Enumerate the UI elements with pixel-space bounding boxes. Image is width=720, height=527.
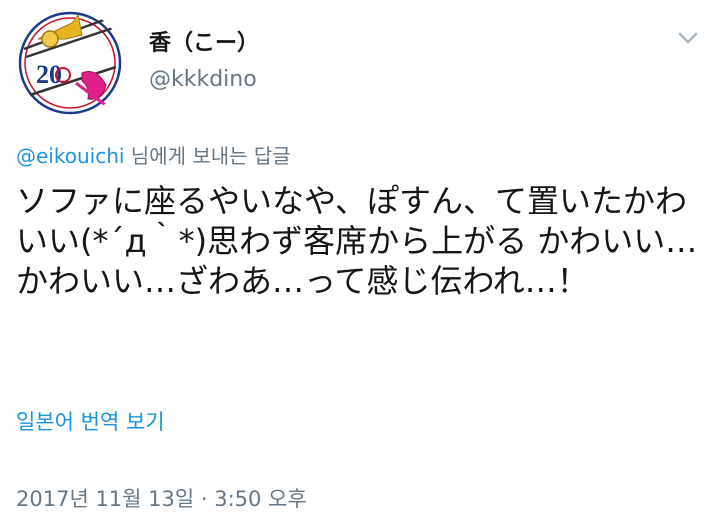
user-handle[interactable]: @kkkdino bbox=[149, 66, 257, 94]
tweet-timestamp: 2017년 11월 13일 · 3:50 오후 bbox=[16, 487, 307, 511]
reply-context: @eikouichi 님에게 보내는 답글 bbox=[16, 143, 291, 169]
display-name[interactable]: 香（こー） bbox=[149, 30, 259, 58]
user-avatar[interactable]: 20 bbox=[16, 9, 124, 117]
tweet-card: 20 香（こー） @kkkdino @eikouichi 님에게 보내는 답글 … bbox=[0, 0, 720, 527]
tweet-text: ソファに座るやいなや、ぽすん、て置いたかわいい(*´д｀*)思わず客席から上がる… bbox=[16, 182, 698, 300]
reply-context-suffix: 님에게 보내는 답글 bbox=[124, 144, 291, 168]
trombone-avatar-icon: 20 bbox=[17, 10, 123, 116]
chevron-down-icon bbox=[678, 32, 698, 44]
reply-mention-link[interactable]: @eikouichi bbox=[16, 144, 124, 168]
translate-tweet-link[interactable]: 일본어 번역 보기 bbox=[16, 408, 165, 436]
tweet-menu-button[interactable] bbox=[676, 26, 700, 50]
avatar-badge-text: 20 bbox=[36, 60, 62, 89]
